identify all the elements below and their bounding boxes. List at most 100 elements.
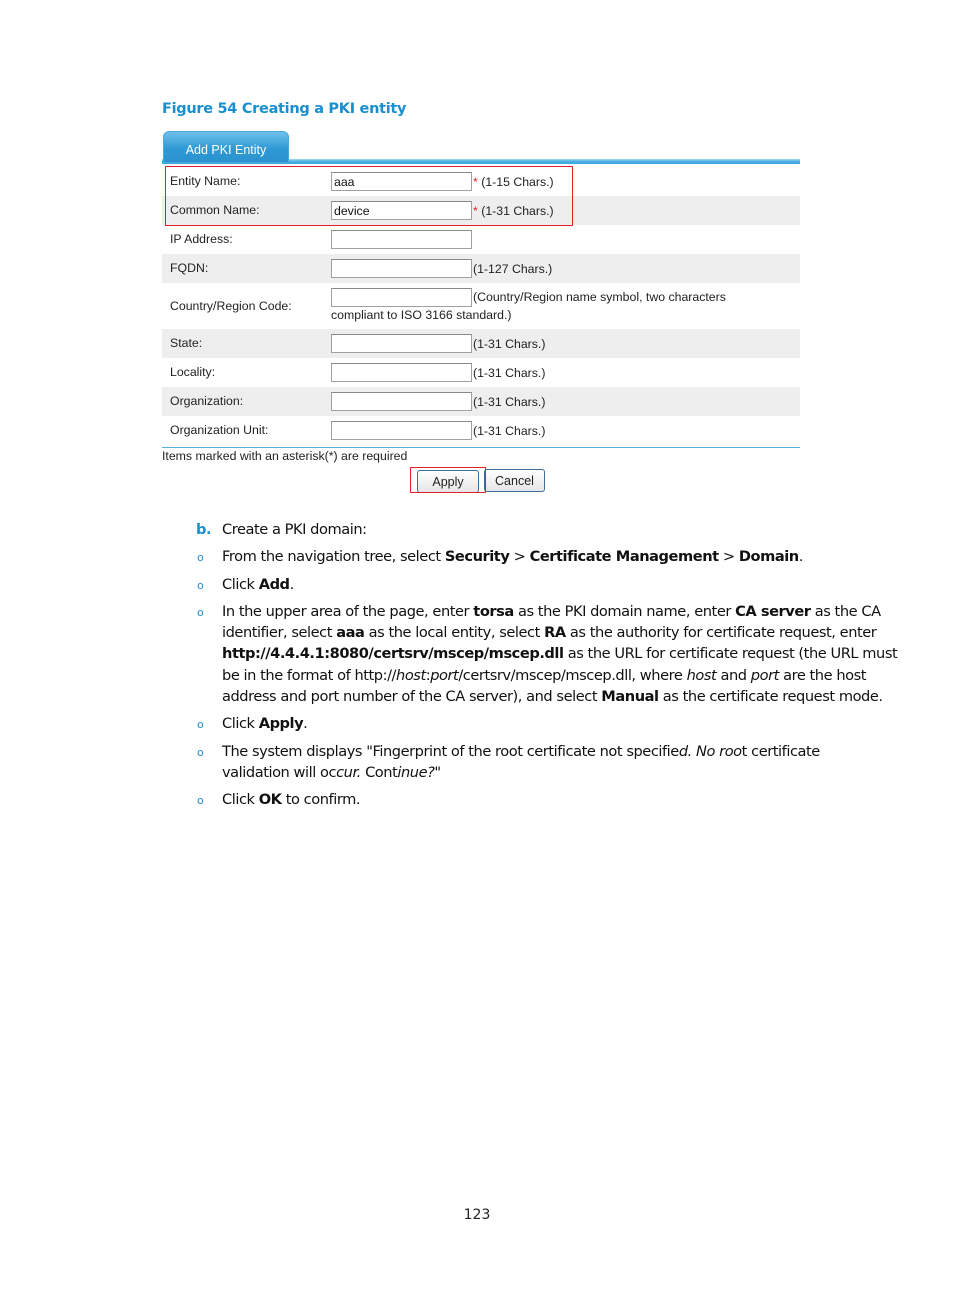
form-row-common-name: Common Name: * (1-31 Chars.) xyxy=(162,196,800,225)
text-run: > xyxy=(718,548,739,565)
form-row-entity-name: Entity Name: * (1-15 Chars.) xyxy=(162,167,800,196)
step-item-line: In the upper area of the page, enter tor… xyxy=(222,601,881,622)
field-hint: (1-31 Chars.) xyxy=(473,424,546,438)
text-run: as the PKI domain name, enter xyxy=(513,603,736,620)
field-label: Organization: xyxy=(170,394,244,408)
field-hint: (Country/Region name symbol, two charact… xyxy=(473,290,726,304)
bold-text: RA xyxy=(544,624,566,641)
entity-name-input[interactable] xyxy=(331,172,472,191)
step-item-line: identifier, select aaa as the local enti… xyxy=(222,622,877,643)
field-hint-continued: compliant to ISO 3166 standard.) xyxy=(331,308,512,322)
text-run: as the certificate request mode. xyxy=(658,688,883,705)
hint-text: (1-15 Chars.) xyxy=(481,175,554,189)
text-run: to confirm. xyxy=(281,791,361,808)
step-item: Click OK to confirm. xyxy=(222,789,361,810)
bold-text: Apply xyxy=(258,715,304,732)
bold-text: Add xyxy=(258,576,290,593)
step-item: Click Add. xyxy=(222,574,294,595)
field-label: State: xyxy=(170,336,203,350)
required-note: Items marked with an asterisk(*) are req… xyxy=(162,449,408,463)
text-run: as the CA xyxy=(810,603,881,620)
step-heading: Create a PKI domain: xyxy=(222,521,367,538)
step-letter: b. xyxy=(196,521,212,538)
form-row-organization: Organization: (1-31 Chars.) xyxy=(162,387,800,416)
form-row-locality: Locality: (1-31 Chars.) xyxy=(162,358,800,387)
form-row-country-region-code: Country/Region Code: (Country/Region nam… xyxy=(162,283,800,329)
text-run: Click xyxy=(222,576,259,593)
text-run: . xyxy=(798,548,804,565)
organization-unit-input[interactable] xyxy=(331,421,472,440)
text-run: In the upper area of the page, enter xyxy=(222,603,474,620)
text-run: > xyxy=(509,548,530,565)
step-item-line: address and port number of the CA server… xyxy=(222,686,883,707)
text-run: are the host xyxy=(778,667,867,684)
text-run: as the authority for certificate request… xyxy=(565,624,877,641)
italic-text: d. No roo xyxy=(678,743,742,760)
bold-text: CA server xyxy=(735,603,811,620)
cancel-button[interactable]: Cancel xyxy=(484,469,545,492)
text-run: and xyxy=(716,667,751,684)
state-input[interactable] xyxy=(331,334,472,353)
field-hint: (1-31 Chars.) xyxy=(473,337,546,351)
field-hint: (1-127 Chars.) xyxy=(473,262,553,276)
text-run: as the URL for certificate request (the … xyxy=(563,645,898,662)
field-hint: * (1-15 Chars.) xyxy=(473,167,554,198)
italic-text: port xyxy=(430,667,459,684)
apply-button[interactable]: Apply xyxy=(417,470,479,493)
text-run: be in the format of http:// xyxy=(222,667,397,684)
bold-text: aaa xyxy=(336,624,365,641)
field-label: Locality: xyxy=(170,365,216,379)
page-number: 123 xyxy=(463,1207,491,1223)
organization-input[interactable] xyxy=(331,392,472,411)
field-hint: (1-31 Chars.) xyxy=(473,395,546,409)
common-name-input[interactable] xyxy=(331,201,472,220)
text-run: t certificate xyxy=(741,743,821,760)
italic-text: port xyxy=(750,667,780,684)
tab-add-pki-entity[interactable]: Add PKI Entity xyxy=(163,131,289,163)
italic-text: inue? xyxy=(397,764,435,781)
field-label: Organization Unit: xyxy=(170,423,269,437)
locality-input[interactable] xyxy=(331,363,472,382)
required-asterisk: * xyxy=(473,204,478,218)
bold-text: Manual xyxy=(601,688,659,705)
step-item-line: be in the format of http://host:port/cer… xyxy=(222,665,866,686)
form-row-state: State: (1-31 Chars.) xyxy=(162,329,800,358)
field-label: Country/Region Code: xyxy=(170,299,292,313)
text-run: identifier, select xyxy=(222,624,337,641)
bold-text: Domain xyxy=(738,548,799,565)
step-item-line: validation will occur. Continue?" xyxy=(222,762,441,783)
text-run: The system displays "Fingerprint of the … xyxy=(222,743,679,760)
bold-text: Certificate Management xyxy=(529,548,720,565)
country-region-code-input[interactable] xyxy=(331,288,472,307)
text-run: . xyxy=(289,576,295,593)
step-item-line: http://4.4.4.1:8080/certsrv/mscep/mscep.… xyxy=(222,643,898,664)
text-run: Click xyxy=(222,791,259,808)
field-label: IP Address: xyxy=(170,232,233,246)
text-run: as the local entity, select xyxy=(364,624,545,641)
form-row-fqdn: FQDN: (1-127 Chars.) xyxy=(162,254,800,283)
italic-text: host xyxy=(396,667,426,684)
bold-text: Security xyxy=(444,548,510,565)
bold-text: torsa xyxy=(473,603,514,620)
bullet-icon: o xyxy=(197,718,204,731)
field-label: Entity Name: xyxy=(170,174,241,188)
bullet-icon: o xyxy=(197,794,204,807)
text-run: validation will oc xyxy=(222,764,337,781)
form-row-organization-unit: Organization Unit: (1-31 Chars.) xyxy=(162,416,800,445)
hint-text: (1-31 Chars.) xyxy=(481,204,554,218)
bullet-icon: o xyxy=(197,746,204,759)
form-bottom-divider xyxy=(162,447,800,448)
text-run: address and port number of the CA server… xyxy=(222,688,602,705)
text-run: /certsrv/mscep/mscep.dll, where xyxy=(458,667,687,684)
field-hint: (1-31 Chars.) xyxy=(473,366,546,380)
field-label: Common Name: xyxy=(170,203,260,217)
required-asterisk: * xyxy=(473,175,478,189)
field-hint: * (1-31 Chars.) xyxy=(473,196,554,227)
text-run: " xyxy=(434,764,441,781)
bullet-icon: o xyxy=(197,606,204,619)
ip-address-input[interactable] xyxy=(331,230,472,249)
step-item: Click Apply. xyxy=(222,713,308,734)
fqdn-input[interactable] xyxy=(331,259,472,278)
italic-text: host xyxy=(686,667,717,684)
form-row-ip-address: IP Address: xyxy=(162,225,800,254)
